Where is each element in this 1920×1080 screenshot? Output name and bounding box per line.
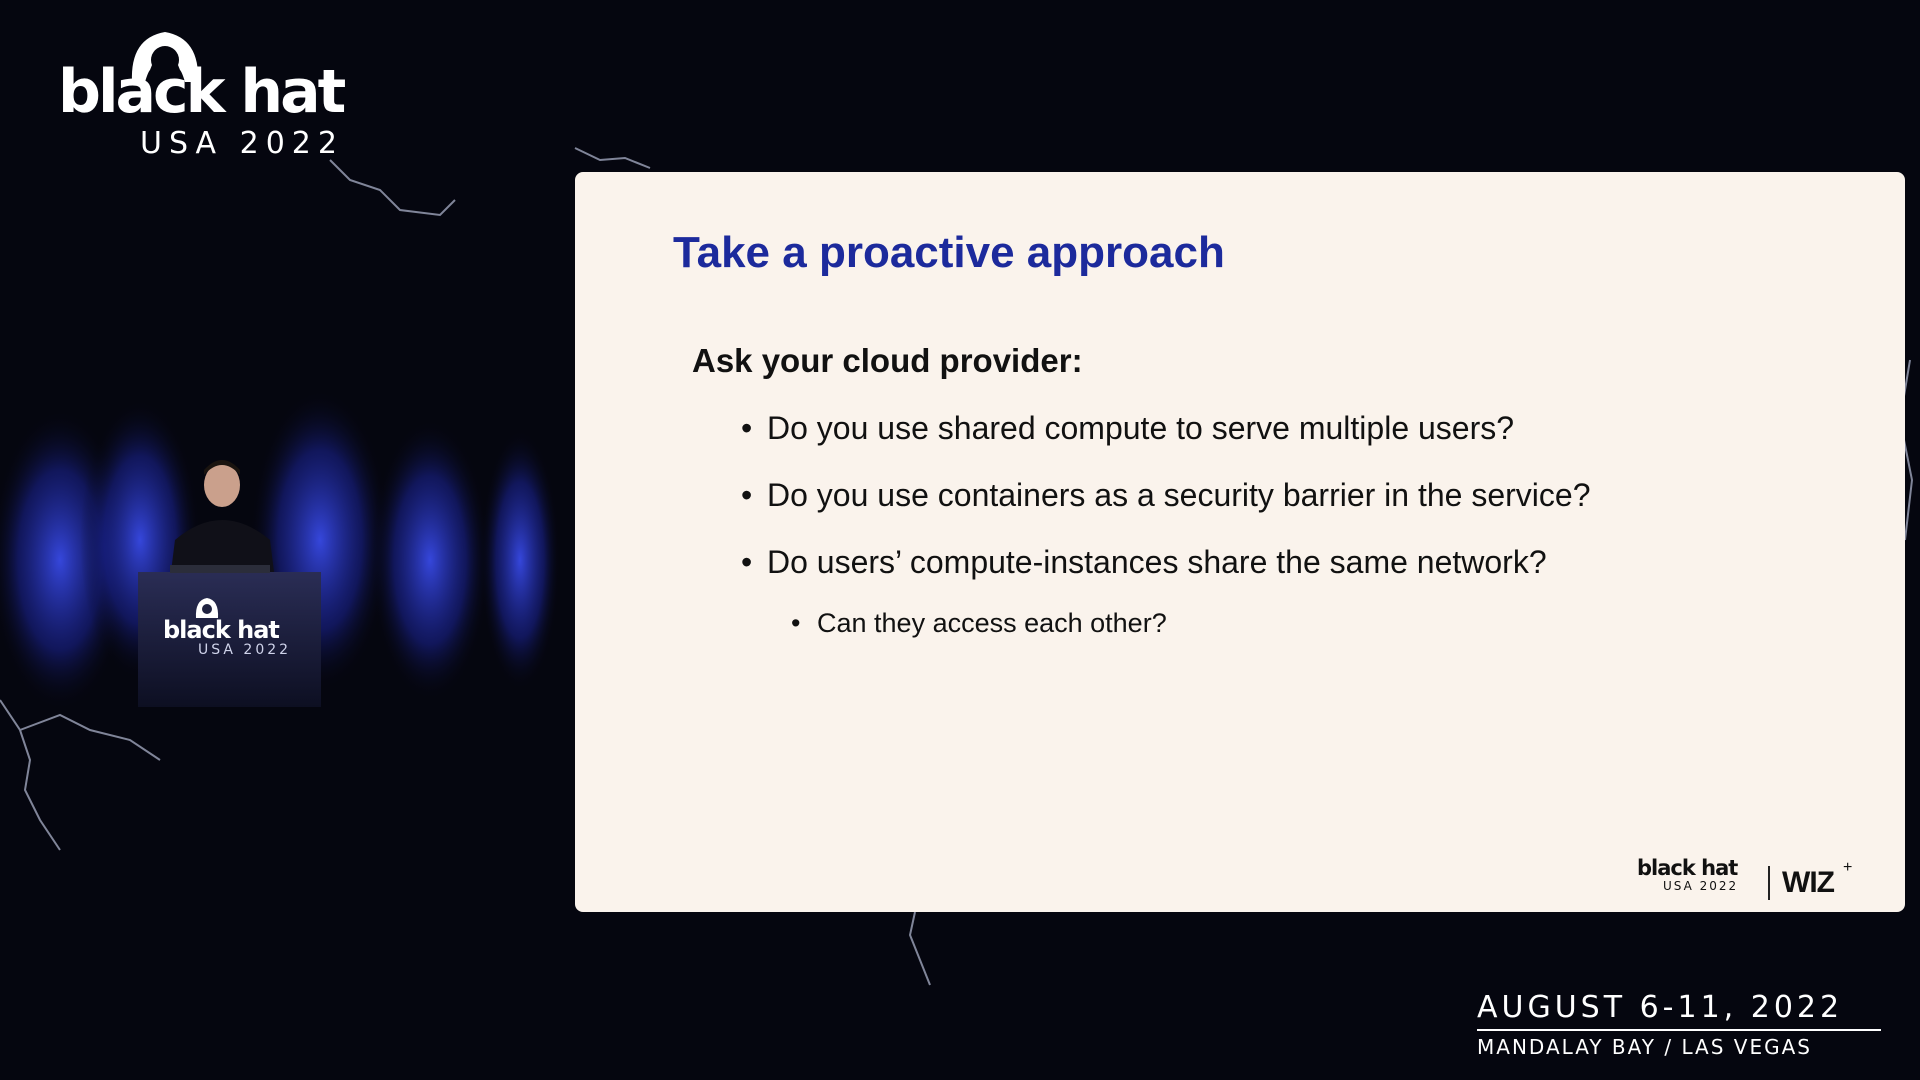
podium-logo-subtitle: USA 2022 [198,642,292,658]
list-item: • Do users’ compute-instances share the … [741,544,1547,581]
list-item-text: Do users’ compute-instances share the sa… [767,544,1547,580]
sub-list-item-text: Can they access each other? [817,608,1167,638]
footer-divider [1768,866,1770,900]
partner-mark-icon: + [1843,859,1853,876]
list-item-text: Do you use containers as a security barr… [767,477,1591,513]
bullet-icon: • [741,477,753,513]
list-item: • Do you use containers as a security ba… [741,477,1591,514]
bullet-icon: • [741,410,753,446]
event-venue: MANDALAY BAY / LAS VEGAS [1477,1035,1812,1059]
event-logo-subtitle: USA 2022 [140,126,344,161]
footer-logo-subtitle: USA 2022 [1663,879,1739,893]
list-item: • Do you use shared compute to serve mul… [741,410,1514,447]
podium-logo-title: black hat [163,616,280,644]
event-logo-title: black hat [58,57,346,127]
bullet-icon: • [741,544,753,580]
footer-logo-title: black hat [1637,856,1738,880]
partner-logo: WIZ [1782,866,1835,899]
slide-title: Take a proactive approach [673,228,1225,277]
bullet-icon: • [791,608,801,638]
presentation-slide: Take a proactive approach Ask your cloud… [575,172,1905,912]
sub-list-item: • Can they access each other? [791,608,1167,639]
list-item-text: Do you use shared compute to serve multi… [767,410,1515,446]
slide-heading: Ask your cloud provider: [692,342,1083,379]
event-dates: AUGUST 6-11, 2022 [1477,990,1844,1025]
event-divider [1477,1029,1881,1031]
